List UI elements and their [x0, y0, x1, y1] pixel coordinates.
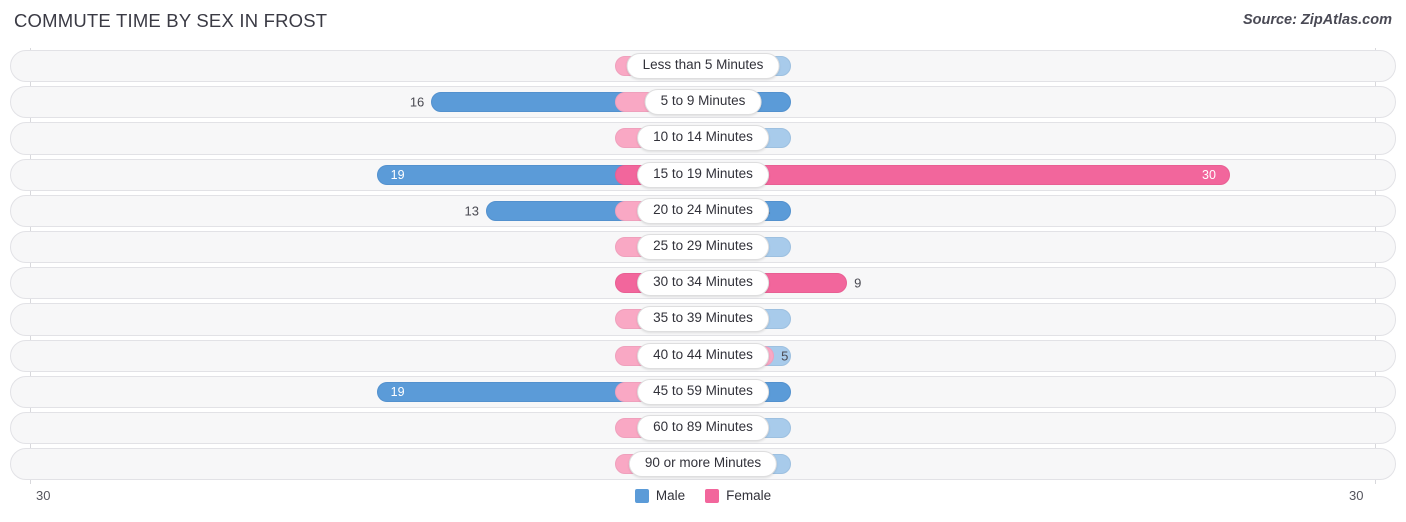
bar-value-female: 30	[1202, 167, 1216, 182]
table-row[interactable]: 0035 to 39 Minutes	[0, 301, 1406, 337]
table-row[interactable]: 0360 to 89 Minutes	[0, 410, 1406, 446]
table-row[interactable]: 1605 to 9 Minutes	[0, 84, 1406, 120]
category-label-pill: 45 to 59 Minutes	[637, 378, 769, 405]
row-content: 0930 to 34 Minutes	[0, 265, 1406, 301]
bar-value-male: 16	[409, 94, 425, 110]
legend-label: Female	[726, 488, 772, 503]
table-row[interactable]: 32Less than 5 Minutes	[0, 48, 1406, 84]
category-label-pill: Less than 5 Minutes	[626, 53, 780, 80]
chart-header: COMMUTE TIME BY SEX IN FROST Source: Zip…	[0, 0, 1406, 44]
category-label-pill: 35 to 39 Minutes	[637, 306, 769, 333]
row-content: 13420 to 24 Minutes	[0, 193, 1406, 229]
category-label-pill: 25 to 29 Minutes	[637, 234, 769, 261]
row-content: 19 30 15 to 19 Minutes	[0, 157, 1406, 193]
row-content: 0035 to 39 Minutes	[0, 301, 1406, 337]
row-content: 0360 to 89 Minutes	[0, 410, 1406, 446]
category-label-pill: 5 to 9 Minutes	[644, 89, 762, 116]
legend-item-male[interactable]: Male	[634, 488, 686, 503]
row-content: 0310 to 14 Minutes	[0, 120, 1406, 156]
table-row[interactable]: 19 30 15 to 19 Minutes	[0, 157, 1406, 193]
category-label-pill: 15 to 19 Minutes	[637, 161, 769, 188]
category-label-pill: 90 or more Minutes	[628, 451, 778, 478]
row-content: 32Less than 5 Minutes	[0, 48, 1406, 84]
table-row[interactable]: 13420 to 24 Minutes	[0, 193, 1406, 229]
row-content: 19045 to 59 Minutes	[0, 374, 1406, 410]
source-attribution: Source: ZipAtlas.com	[1242, 12, 1392, 28]
bar-value-male: 19	[390, 384, 405, 399]
table-row[interactable]: 19045 to 59 Minutes	[0, 374, 1406, 410]
legend-swatch-icon	[705, 488, 720, 503]
row-content: 1605 to 9 Minutes	[0, 84, 1406, 120]
category-label-pill: 20 to 24 Minutes	[637, 197, 769, 224]
bar-value-male: 13	[464, 203, 479, 219]
table-row[interactable]: 1090 or more Minutes	[0, 446, 1406, 482]
table-row[interactable]: 0310 to 14 Minutes	[0, 120, 1406, 156]
legend-swatch-icon	[634, 488, 649, 503]
bar-row-list: 32Less than 5 Minutes1605 to 9 Minutes03…	[0, 48, 1406, 484]
chart-footer: 30 30 Male Female	[0, 484, 1406, 522]
bar-value-female: 5	[781, 348, 789, 364]
legend-item-female[interactable]: Female	[705, 488, 771, 503]
page-title: COMMUTE TIME BY SEX IN FROST	[14, 10, 328, 31]
chart-legend: Male Female	[0, 488, 1406, 503]
row-content: 0025 to 29 Minutes	[0, 229, 1406, 265]
bar-value-female: 9	[854, 275, 862, 291]
bar-value-male: 19	[390, 167, 405, 182]
row-content: 3540 to 44 Minutes	[0, 338, 1406, 374]
chart-plot-area: 32Less than 5 Minutes1605 to 9 Minutes03…	[0, 48, 1406, 484]
table-row[interactable]: 3540 to 44 Minutes	[0, 338, 1406, 374]
category-label-pill: 10 to 14 Minutes	[637, 125, 769, 152]
table-row[interactable]: 0930 to 34 Minutes	[0, 265, 1406, 301]
category-label-pill: 40 to 44 Minutes	[637, 342, 769, 369]
table-row[interactable]: 0025 to 29 Minutes	[0, 229, 1406, 265]
row-content: 1090 or more Minutes	[0, 446, 1406, 482]
category-label-pill: 30 to 34 Minutes	[637, 270, 769, 297]
legend-label: Male	[655, 488, 686, 503]
category-label-pill: 60 to 89 Minutes	[637, 414, 769, 441]
